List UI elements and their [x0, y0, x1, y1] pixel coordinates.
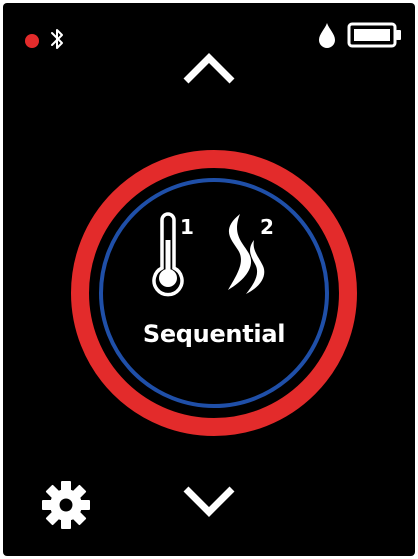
device-screen: 1 2 Sequential	[3, 3, 415, 556]
battery-icon	[347, 21, 403, 53]
status-left	[25, 27, 65, 55]
status-right	[317, 21, 403, 53]
chevron-up-icon	[182, 53, 236, 89]
up-button[interactable]	[179, 49, 239, 93]
mode-icons: 1 2	[71, 210, 357, 302]
recording-indicator	[25, 34, 39, 48]
steam-icon: 2	[228, 214, 274, 294]
gear-icon	[42, 481, 90, 529]
settings-button[interactable]	[40, 479, 92, 531]
step-2-number: 2	[260, 215, 274, 239]
down-button[interactable]	[179, 481, 239, 525]
step-1-number: 1	[180, 215, 194, 239]
mode-dial[interactable]: 1 2 Sequential	[71, 150, 357, 436]
bluetooth-icon	[49, 27, 65, 55]
chevron-down-icon	[182, 485, 236, 521]
mode-label: Sequential	[142, 320, 286, 348]
water-drop-icon	[317, 21, 337, 53]
thermometer-icon: 1	[152, 212, 194, 297]
